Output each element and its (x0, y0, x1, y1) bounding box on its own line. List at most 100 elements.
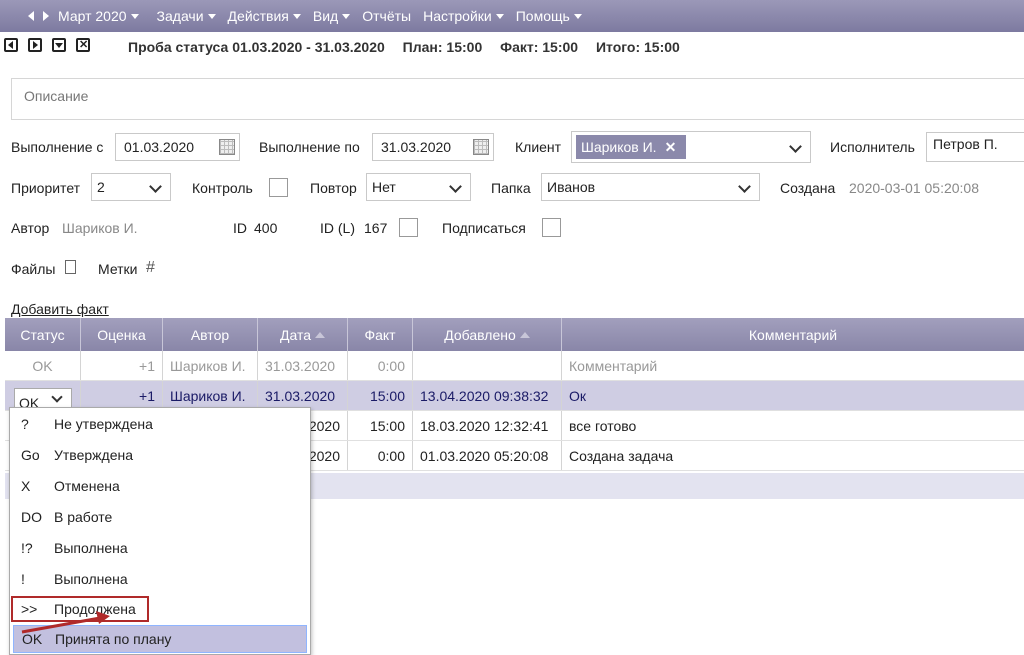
hash-icon[interactable]: # (146, 259, 155, 277)
chevron-down-icon (130, 13, 139, 19)
id-value: 400 (254, 220, 278, 236)
executor-input[interactable]: Петров П. (926, 132, 1024, 162)
status-option[interactable]: DO В работе (13, 503, 307, 531)
menu-view[interactable]: Вид (313, 8, 351, 24)
col-date[interactable]: Дата (258, 318, 348, 351)
cell-fact: 15:00 (348, 381, 413, 410)
cell-added: 13.04.2020 09:38:32 (413, 381, 562, 410)
menu-month[interactable]: Март 2020 (58, 8, 139, 24)
prev-month-icon[interactable] (28, 11, 34, 21)
left-arrow-icon (8, 41, 13, 49)
tags-label: Метки (98, 261, 138, 277)
menu-reports[interactable]: Отчёты (362, 8, 411, 24)
control-checkbox[interactable] (269, 178, 288, 197)
repeat-value: Нет (372, 179, 396, 195)
status-option[interactable]: X Отменена (13, 472, 307, 500)
plan-total: План: 15:00 (402, 39, 483, 55)
description-field[interactable]: Описание (11, 78, 1024, 120)
cell-comment: Создана задача (569, 447, 674, 464)
col-added[interactable]: Добавлено (413, 318, 562, 351)
col-author[interactable]: Автор (163, 318, 258, 351)
option-code: >> (21, 601, 38, 617)
cell-fact: 0:00 (348, 351, 413, 380)
col-status[interactable]: Статус (5, 318, 81, 351)
option-label: Выполнена (54, 540, 128, 556)
option-label: Принята по плану (55, 631, 172, 647)
subscribe-checkbox[interactable] (542, 218, 561, 237)
down-arrow-icon (55, 43, 63, 48)
task-toolbar: ✕ (4, 38, 100, 52)
grand-total: Итого: 15:00 (595, 39, 680, 55)
menu-settings[interactable]: Настройки (423, 8, 504, 24)
priority-select[interactable]: 2 (91, 173, 171, 201)
col-score[interactable]: Оценка (81, 318, 163, 351)
option-code: ? (21, 416, 29, 432)
repeat-select[interactable]: Нет (366, 173, 471, 201)
cell-date: 31.03.2020 (258, 351, 348, 380)
exec-from-input[interactable]: 01.03.2020 (115, 133, 240, 161)
chevron-down-icon (573, 13, 582, 19)
exec-to-label: Выполнение по (259, 139, 360, 155)
id-label: ID (233, 220, 247, 236)
menu-help[interactable]: Помощь (516, 8, 582, 24)
client-label: Клиент (515, 139, 562, 155)
cell-score: +1 (81, 381, 163, 410)
status-option[interactable]: !? Выполнена (13, 534, 307, 562)
status-option[interactable]: ! Выполнена (13, 565, 307, 593)
chevron-down-icon (342, 13, 351, 19)
author-value: Шариков И. (62, 220, 138, 236)
add-fact-link[interactable]: Добавить факт (11, 301, 109, 317)
cell-added: 18.03.2020 12:32:41 (413, 411, 562, 440)
priority-value: 2 (97, 179, 105, 195)
next-task-button[interactable] (28, 38, 42, 52)
table-row[interactable]: OK +1 Шариков И. 31.03.2020 0:00 Коммент… (5, 351, 1024, 381)
idl-checkbox[interactable] (399, 218, 418, 237)
cell-score: +1 (81, 351, 163, 380)
folder-select[interactable]: Иванов (541, 173, 760, 201)
cell-fact: 15:00 (348, 411, 413, 440)
month-nav (28, 11, 58, 21)
col-comment[interactable]: Комментарий (562, 318, 1024, 351)
collapse-button[interactable] (52, 38, 66, 52)
next-month-icon[interactable] (43, 11, 49, 21)
repeat-label: Повтор (310, 180, 357, 196)
status-dropdown-list: ? Не утверждена Go Утверждена X Отменена DO… (9, 407, 311, 655)
status-option[interactable]: Go Утверждена (13, 441, 307, 469)
status-option-selected[interactable]: OK Принята по плану (13, 625, 307, 653)
option-code: !? (21, 540, 33, 556)
priority-label: Приоритет (11, 180, 81, 196)
remove-token-icon[interactable]: ✕ (665, 139, 677, 156)
col-fact[interactable]: Факт (348, 318, 413, 351)
menu-actions[interactable]: Действия (228, 8, 301, 24)
status-option-continued[interactable]: >> Продолжена (11, 596, 149, 622)
cell-added (413, 351, 562, 380)
fact-total: Факт: 15:00 (500, 39, 579, 55)
sort-icon (315, 331, 325, 338)
created-value: 2020-03-01 05:20:08 (849, 180, 979, 196)
menu-tasks[interactable]: Задачи (157, 8, 216, 24)
cell-fact: 0:00 (348, 441, 413, 470)
file-icon[interactable] (65, 260, 76, 274)
option-code: OK (22, 631, 43, 647)
created-label: Создана (780, 180, 836, 196)
exec-to-value: 31.03.2020 (381, 139, 452, 155)
calendar-icon[interactable] (219, 139, 235, 155)
idl-value: 167 (364, 220, 388, 236)
exec-to-input[interactable]: 31.03.2020 (372, 133, 494, 161)
close-task-button[interactable]: ✕ (76, 38, 90, 52)
calendar-icon[interactable] (473, 139, 489, 155)
cell-author: Шариков И. (163, 351, 258, 380)
chevron-down-icon (449, 180, 462, 193)
subscribe-label: Подписаться (442, 220, 526, 236)
chevron-down-icon (51, 391, 63, 403)
chevron-down-icon (789, 140, 802, 153)
prev-task-button[interactable] (4, 38, 18, 52)
cell-comment: Ок (569, 387, 587, 404)
files-label: Файлы (11, 261, 56, 277)
description-placeholder: Описание (24, 88, 89, 104)
status-option[interactable]: ? Не утверждена (13, 410, 307, 438)
top-menu-bar: Март 2020 Задачи Действия Вид Отчёты Нас… (0, 0, 1024, 32)
exec-from-label: Выполнение с (11, 139, 104, 155)
cell-author: Шариков И. (163, 381, 258, 410)
executor-value: Петров П. (933, 136, 998, 152)
